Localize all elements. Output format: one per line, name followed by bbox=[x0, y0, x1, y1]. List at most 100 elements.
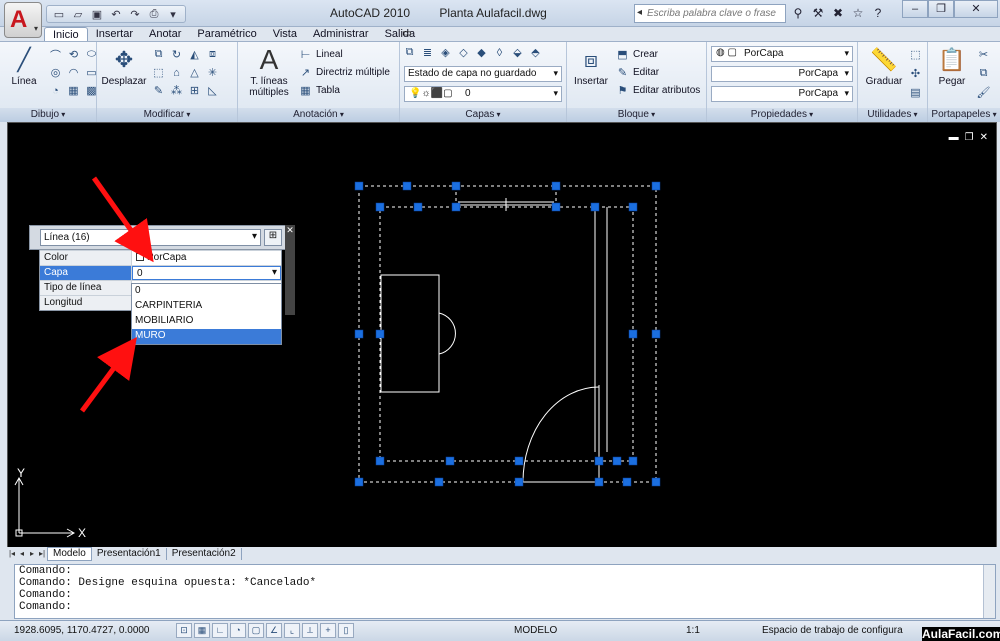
qat-dropdown-icon[interactable]: ▾ bbox=[165, 7, 181, 21]
favorites-star-icon[interactable]: ☆ bbox=[850, 5, 866, 21]
hatch-icon[interactable]: ▦ bbox=[66, 83, 81, 98]
tab-presentacion1[interactable]: Presentación1 bbox=[92, 547, 167, 560]
prev-tab-icon[interactable]: ◂ bbox=[17, 549, 27, 558]
grip-handle[interactable] bbox=[375, 329, 385, 339]
next-tab-icon[interactable]: ▸ bbox=[27, 549, 37, 558]
trim-icon[interactable]: △ bbox=[187, 65, 202, 80]
search-input[interactable]: Escriba palabra clave o frase bbox=[634, 4, 786, 23]
otrack-icon[interactable]: ∠ bbox=[266, 623, 282, 638]
layer-combo[interactable]: 💡☼⬛▢ 0 bbox=[404, 86, 562, 102]
grip-handle[interactable] bbox=[413, 202, 423, 212]
cut-icon[interactable]: ✂ bbox=[976, 47, 991, 62]
ortho-icon[interactable]: ∟ bbox=[212, 623, 228, 638]
panel-title-anotacion[interactable]: Anotación bbox=[238, 108, 399, 122]
restore-button[interactable]: ❐ bbox=[928, 0, 954, 18]
tab-anotar[interactable]: Anotar bbox=[141, 27, 189, 41]
qp-icon[interactable]: ▯ bbox=[338, 623, 354, 638]
layer-freeze-icon[interactable]: ◇ bbox=[456, 45, 471, 60]
tab-vista[interactable]: Vista bbox=[265, 27, 305, 41]
grid-icon[interactable]: ▦ bbox=[194, 623, 210, 638]
move-button[interactable]: ✥ Desplazar bbox=[101, 46, 147, 87]
offset-icon[interactable]: ⧈ bbox=[205, 47, 220, 62]
communication-icon[interactable]: ✖ bbox=[830, 5, 846, 21]
grip-handle[interactable] bbox=[628, 456, 638, 466]
properties-palette-icon[interactable]: ⊞ bbox=[264, 229, 282, 246]
grip-handle[interactable] bbox=[514, 456, 524, 466]
qp-value[interactable]: PorCapa bbox=[132, 251, 281, 265]
scale-icon[interactable]: ⊞ bbox=[187, 83, 202, 98]
erase-brush-icon[interactable]: ✎ bbox=[151, 83, 166, 98]
panel-title-modificar[interactable]: Modificar bbox=[97, 108, 237, 122]
panel-title-dibujo[interactable]: Dibujo bbox=[0, 108, 96, 122]
circle-icon[interactable]: ◎ bbox=[48, 65, 63, 80]
match-properties-icon[interactable]: 🖌 bbox=[976, 85, 991, 100]
command-prompt[interactable]: Comando: bbox=[15, 601, 995, 613]
binoculars-icon[interactable]: ⚲ bbox=[790, 5, 806, 21]
grip-handle[interactable] bbox=[375, 202, 385, 212]
grip-handle[interactable] bbox=[354, 181, 364, 191]
layer-match-icon[interactable]: ⬙ bbox=[510, 45, 525, 60]
panel-title-capas[interactable]: Capas bbox=[400, 108, 566, 122]
panel-title-propiedades[interactable]: Propiedades bbox=[707, 108, 857, 122]
multiline-text-button[interactable]: A T. líneas múltiples bbox=[244, 46, 294, 99]
panel-title-utilidades[interactable]: Utilidades bbox=[858, 108, 927, 122]
grip-handle[interactable] bbox=[590, 202, 600, 212]
command-scrollbar[interactable] bbox=[983, 565, 995, 618]
open-file-icon[interactable]: ▱ bbox=[70, 7, 86, 21]
linear-dim-button[interactable]: ⊢ Lineal bbox=[298, 47, 343, 62]
lineweight-combo[interactable]: PorCapa bbox=[711, 86, 853, 102]
paste-button[interactable]: 📋 Pegar bbox=[932, 46, 972, 87]
grip-handle[interactable] bbox=[354, 329, 364, 339]
layer-previous-icon[interactable]: ⬘ bbox=[528, 45, 543, 60]
array-icon[interactable]: ⁂ bbox=[169, 83, 184, 98]
dyn-icon[interactable]: ⟂ bbox=[302, 623, 318, 638]
insert-block-button[interactable]: ⧈ Insertar bbox=[571, 46, 611, 87]
polyline-icon[interactable]: ⌒ bbox=[48, 47, 63, 62]
rotate-icon[interactable]: ↻ bbox=[169, 47, 184, 62]
arc-icon[interactable]: ◠ bbox=[66, 65, 81, 80]
grip-handle[interactable] bbox=[612, 456, 622, 466]
grip-handle[interactable] bbox=[434, 477, 444, 487]
calculator-icon[interactable]: ▤ bbox=[908, 85, 923, 100]
grip-handle[interactable] bbox=[594, 477, 604, 487]
application-menu-button[interactable]: A ▾ bbox=[4, 2, 42, 38]
layer-option[interactable]: CARPINTERIA bbox=[132, 299, 281, 314]
layer-dropdown[interactable]: 0 bbox=[132, 266, 281, 280]
grip-handle[interactable] bbox=[375, 456, 385, 466]
layer-off-icon[interactable]: ◆ bbox=[474, 45, 489, 60]
qp-row-layer[interactable]: Capa 0 bbox=[40, 265, 281, 280]
copy-clip-icon[interactable]: ⧉ bbox=[976, 66, 991, 81]
quick-properties-close-icon[interactable]: ✕ bbox=[285, 225, 295, 315]
workspace-switch[interactable]: Espacio de trabajo de configura bbox=[762, 625, 903, 636]
redo-icon[interactable]: ↷ bbox=[127, 7, 143, 21]
layer-states-icon[interactable]: ≣ bbox=[420, 45, 435, 60]
grip-handle[interactable] bbox=[402, 181, 412, 191]
layer-option-highlighted[interactable]: MURO bbox=[132, 329, 281, 344]
help-icon[interactable]: ? bbox=[870, 5, 886, 21]
lwt-icon[interactable]: + bbox=[320, 623, 336, 638]
copy-icon[interactable]: ⧉ bbox=[151, 47, 166, 62]
quick-select-icon[interactable]: ⬚ bbox=[908, 47, 923, 62]
ribbon-minimize-icon[interactable]: ▭ bbox=[402, 28, 411, 39]
grip-handle[interactable] bbox=[651, 181, 661, 191]
grip-handle[interactable] bbox=[445, 456, 455, 466]
tab-salida[interactable]: Salida bbox=[377, 27, 424, 41]
multileader-button[interactable]: ↗ Directriz múltiple bbox=[298, 65, 390, 80]
panel-title-bloque[interactable]: Bloque bbox=[567, 108, 706, 122]
qp-row-color[interactable]: Color PorCapa bbox=[40, 250, 281, 265]
tab-inicio[interactable]: Inicio bbox=[44, 27, 88, 41]
annotation-scale[interactable]: 1:1 bbox=[686, 625, 700, 636]
grip-handle[interactable] bbox=[551, 181, 561, 191]
grip-handle[interactable] bbox=[451, 202, 461, 212]
mirror-icon[interactable]: ◭ bbox=[187, 47, 202, 62]
snap-icon[interactable]: ⊡ bbox=[176, 623, 192, 638]
grip-handle[interactable] bbox=[628, 329, 638, 339]
object-type-select[interactable]: Línea (16) bbox=[40, 229, 261, 246]
grip-handle[interactable] bbox=[594, 456, 604, 466]
layer-option[interactable]: 0 bbox=[132, 284, 281, 299]
table-button[interactable]: ▦ Tabla bbox=[298, 83, 340, 98]
grip-handle[interactable] bbox=[451, 181, 461, 191]
grip-handle[interactable] bbox=[354, 477, 364, 487]
osnap-icon[interactable]: ▢ bbox=[248, 623, 264, 638]
edit-block-button[interactable]: ✎ Editar bbox=[615, 65, 659, 80]
